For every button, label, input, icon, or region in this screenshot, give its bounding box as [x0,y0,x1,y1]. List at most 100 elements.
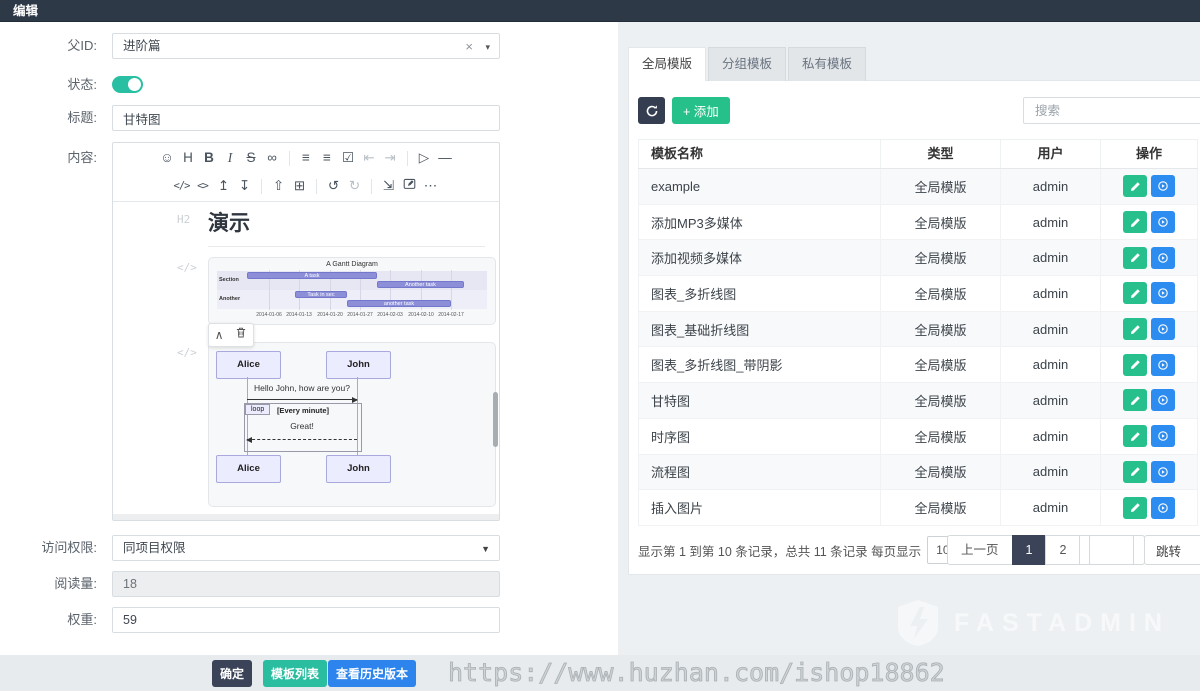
loop-condition: [Every minute] [245,406,361,415]
view-history-button[interactable]: 查看历史版本 [328,660,416,687]
apply-template-button[interactable] [1151,461,1175,483]
heading-gutter: H2 [177,213,190,226]
title-row: 标题: [0,105,618,131]
toolbar-divider [371,179,372,194]
column-header-ops: 操作 [1101,140,1198,168]
access-row: 访问权限: 同项目权限 ▼ [0,535,618,561]
confirm-button[interactable]: 确定 [212,660,252,687]
apply-template-button[interactable] [1151,247,1175,269]
title-input[interactable] [112,105,500,131]
parent-id-input[interactable]: 进阶篇 × ▾ [112,33,500,59]
prev-page-button[interactable]: 上一页 [947,535,1013,565]
redo-icon[interactable]: ↻ [346,174,363,198]
add-template-button[interactable]: + 添加 [672,97,730,124]
apply-template-button[interactable] [1151,282,1175,304]
sequence-actor: John [326,455,391,483]
edit-mode-icon[interactable] [401,174,418,198]
status-toggle[interactable] [112,76,143,93]
template-user-cell: admin [1001,455,1101,490]
edit-template-button[interactable] [1123,282,1147,304]
edit-template-button[interactable] [1123,425,1147,447]
gantt-axis-label: 2014-01-13 [286,312,312,318]
italic-icon[interactable]: I [222,146,239,170]
more-icon[interactable]: ⋯ [422,174,439,198]
fullscreen-icon[interactable]: ⇲ [380,174,397,198]
outdent-icon[interactable]: ⇤ [361,146,378,170]
indent-icon[interactable]: ⇥ [382,146,399,170]
code-block-icon[interactable]: </> [173,174,190,198]
apply-template-button[interactable] [1151,497,1175,519]
insert-before-icon[interactable]: ↥ [215,174,232,198]
sequence-message: Hello John, how are you? [247,383,357,393]
insert-after-icon[interactable]: ↧ [236,174,253,198]
template-type-cell: 全局模版 [881,419,1001,454]
edit-template-button[interactable] [1123,211,1147,233]
template-list-button[interactable]: 模板列表 [263,660,327,687]
edit-template-button[interactable] [1123,175,1147,197]
clear-icon[interactable]: × [465,34,473,60]
tab-group-templates[interactable]: 分组模板 [708,47,786,81]
template-type-cell: 全局模版 [881,276,1001,311]
gantt-task-bar: A task [247,272,377,279]
editor-content[interactable]: H2 演示 </> A Gantt Diagram Section Anothe… [113,201,499,520]
page-jump-input[interactable] [1089,535,1134,565]
access-select[interactable]: 同项目权限 ▼ [112,535,500,561]
tab-private-templates[interactable]: 私有模板 [788,47,866,81]
edit-template-button[interactable] [1123,247,1147,269]
reads-input [112,571,500,597]
undo-icon[interactable]: ↺ [325,174,342,198]
horizontal-rule-icon[interactable]: — [437,146,454,170]
block-menu-popover: ∧ [208,323,254,347]
trash-icon[interactable] [235,325,247,345]
list-ul-icon[interactable]: ≡ [298,146,315,170]
link-icon[interactable]: ∞ [264,146,281,170]
quote-icon[interactable]: ▷ [416,146,433,170]
apply-template-button[interactable] [1151,211,1175,233]
inline-code-icon[interactable]: <> [194,174,211,198]
template-list-card: + 添加 模板名称 类型 用户 操作 example 全局模版 admin [628,80,1200,575]
editor-scrollbar-thumb[interactable] [493,392,498,447]
edit-template-button[interactable] [1123,389,1147,411]
page-jump-button[interactable]: 跳转 [1144,535,1200,565]
edit-template-button[interactable] [1123,318,1147,340]
list-ol-icon[interactable]: ≡ [319,146,336,170]
page-1-button[interactable]: 1 [1012,535,1047,565]
apply-template-button[interactable] [1151,354,1175,376]
apply-template-button[interactable] [1151,389,1175,411]
refresh-button[interactable] [638,97,665,124]
toolbar-divider [289,151,290,166]
gantt-axis-label: 2014-01-20 [317,312,343,318]
upload-icon[interactable]: ⇧ [270,174,287,198]
template-type-cell: 全局模版 [881,383,1001,418]
apply-template-button[interactable] [1151,425,1175,447]
page-2-button[interactable]: 2 [1045,535,1080,565]
bold-icon[interactable]: B [201,146,218,170]
edit-template-button[interactable] [1123,497,1147,519]
editor-hscrollbar[interactable] [113,514,499,520]
table-row: 添加MP3多媒体 全局模版 admin [638,205,1198,241]
strikethrough-icon[interactable]: S [243,146,260,170]
edit-template-button[interactable] [1123,354,1147,376]
table-row: 甘特图 全局模版 admin [638,383,1198,419]
sequence-actor: Alice [216,455,281,483]
content-heading: 演示 [208,207,485,247]
weight-input[interactable] [112,607,500,633]
edit-template-button[interactable] [1123,461,1147,483]
template-name-cell: 添加MP3多媒体 [638,205,881,240]
sequence-message: Great! [247,421,357,431]
edit-form: 父ID: 进阶篇 × ▾ 状态: 标题: 内容: ☺ H B [0,22,618,655]
apply-template-button[interactable] [1151,175,1175,197]
chevron-down-icon[interactable]: ▾ [485,34,490,60]
checklist-icon[interactable]: ☑ [340,146,357,170]
tab-global-templates[interactable]: 全局模版 [628,47,706,81]
search-input[interactable] [1023,97,1200,124]
heading-icon[interactable]: H [180,146,197,170]
table-icon[interactable]: ⊞ [291,174,308,198]
gantt-title: A Gantt Diagram [209,261,495,268]
apply-template-button[interactable] [1151,318,1175,340]
emoji-icon[interactable]: ☺ [159,146,176,170]
template-user-cell: admin [1001,347,1101,382]
column-header-name[interactable]: 模板名称 [638,140,881,168]
collapse-icon[interactable]: ∧ [215,325,224,345]
status-row: 状态: [0,72,618,98]
